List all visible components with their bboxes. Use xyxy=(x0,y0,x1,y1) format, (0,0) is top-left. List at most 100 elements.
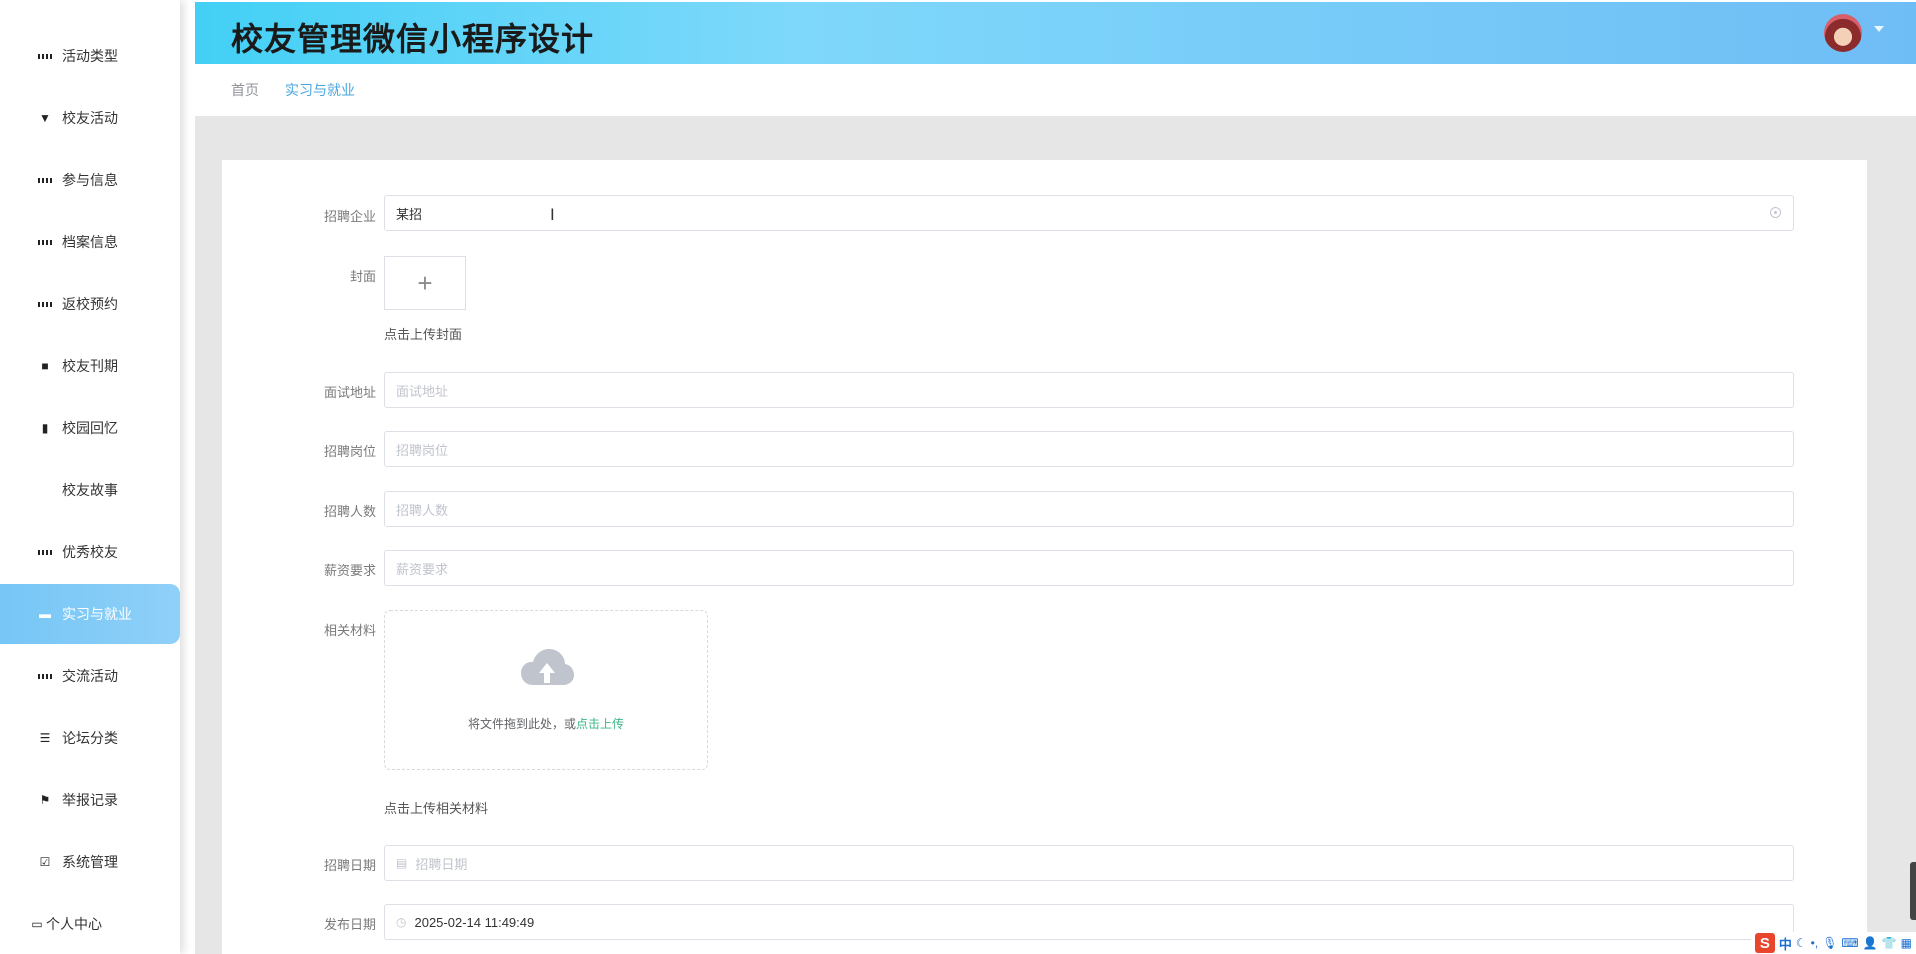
grid-icon xyxy=(38,235,52,249)
side-scroll-handle[interactable] xyxy=(1910,862,1916,920)
sidebar-item-activity-type[interactable]: 活动类型 xyxy=(0,26,180,86)
salary-label: 薪资要求 xyxy=(323,563,376,578)
recruit-date-placeholder: 招聘日期 xyxy=(415,856,468,872)
sidebar-item-label: 论坛分类 xyxy=(62,730,118,746)
headcount-input[interactable]: 招聘人数 xyxy=(384,491,1794,527)
sidebar-item-report-records[interactable]: ⚑ 举报记录 xyxy=(0,770,180,830)
avatar[interactable] xyxy=(1824,14,1862,52)
salary-placeholder: 薪资要求 xyxy=(396,561,449,577)
sidebar-item-label: 优秀校友 xyxy=(62,544,118,560)
sidebar-item-label: 校园回忆 xyxy=(62,420,118,436)
grid-icon xyxy=(38,545,52,559)
breadcrumb-home[interactable]: 首页 xyxy=(231,80,259,100)
publish-date-value: 2025-02-14 11:49:49 xyxy=(414,914,535,930)
grid-icon xyxy=(38,669,52,683)
moon-icon[interactable]: ☾ xyxy=(1796,936,1807,950)
sidebar-item-label: 返校预约 xyxy=(62,296,118,312)
clock-icon: ◷ xyxy=(396,915,407,929)
text-cursor-icon: I xyxy=(550,205,555,224)
sidebar-item-label: 参与信息 xyxy=(62,172,118,188)
sidebar-item-alumni-journal[interactable]: ■ 校友刊期 xyxy=(0,336,180,396)
printer-icon: ■ xyxy=(41,359,49,373)
chevron-down-icon[interactable] xyxy=(1874,26,1884,32)
sidebar-item-system-management[interactable]: ☑ 系统管理 xyxy=(0,832,180,892)
id-card-icon: ▭ xyxy=(31,917,43,931)
grid-icon xyxy=(38,173,52,187)
sidebar-item-label: 校友故事 xyxy=(62,482,118,498)
shirt-icon[interactable]: 👕 xyxy=(1882,936,1897,950)
position-label: 招聘岗位 xyxy=(323,444,376,459)
cover-upload-tip: 点击上传封面 xyxy=(384,327,463,342)
recruit-date-input[interactable]: ▤ 招聘日期 xyxy=(384,845,1794,881)
headcount-placeholder: 招聘人数 xyxy=(396,502,449,518)
keyboard-icon[interactable]: ⌨ xyxy=(1841,936,1858,950)
cover-label: 封面 xyxy=(349,269,376,284)
plus-icon: + xyxy=(417,268,433,298)
sidebar-item-exchange-activity[interactable]: 交流活动 xyxy=(0,646,180,706)
sidebar-item-label: 活动类型 xyxy=(62,48,118,64)
flag-pin-icon: ▼ xyxy=(39,111,51,125)
sidebar-item-label: 个人中心 xyxy=(46,916,102,932)
position-input[interactable]: 招聘岗位 xyxy=(384,431,1794,467)
cover-upload-button[interactable]: + xyxy=(384,256,466,310)
sidebar: 活动类型 ▼ 校友活动 参与信息 档案信息 返校预约 ■ 校友刊期 ▮ 校园回忆… xyxy=(0,0,180,954)
company-input[interactable]: 某招 xyxy=(384,195,1794,231)
salary-input[interactable]: 薪资要求 xyxy=(384,550,1794,586)
headcount-label: 招聘人数 xyxy=(323,504,376,519)
grid-icon xyxy=(38,297,52,311)
sidebar-item-alumni-stories[interactable]: 校友故事 xyxy=(0,460,180,520)
sidebar-item-campus-memory[interactable]: ▮ 校园回忆 xyxy=(0,398,180,458)
breadcrumb-current[interactable]: 实习与就业 xyxy=(285,80,355,100)
company-value: 某招 xyxy=(396,206,423,222)
address-label: 面试地址 xyxy=(323,385,376,400)
sidebar-item-label: 实习与就业 xyxy=(62,606,132,622)
sidebar-item-alumni-activity[interactable]: ▼ 校友活动 xyxy=(0,88,180,148)
ime-mode[interactable]: 中 xyxy=(1779,934,1792,953)
sidebar-item-forum-category[interactable]: ☰ 论坛分类 xyxy=(0,708,180,768)
sidebar-item-internship-employment[interactable]: ▬ 实习与就业 xyxy=(0,584,180,644)
flag-icon: ⚑ xyxy=(39,793,51,807)
position-placeholder: 招聘岗位 xyxy=(396,442,449,458)
books-icon: ▮ xyxy=(41,421,49,435)
materials-label: 相关材料 xyxy=(323,623,376,638)
materials-upload-tip: 点击上传相关材料 xyxy=(384,801,489,816)
grid-icon xyxy=(38,49,52,63)
ime-toolbar: S 中 ☾ •, 🎙 ⌨ 👤 👕 ▦ xyxy=(1750,932,1916,954)
publish-date-label: 发布日期 xyxy=(323,917,376,932)
sidebar-item-archive[interactable]: 档案信息 xyxy=(0,212,180,272)
apps-icon xyxy=(38,483,52,497)
microphone-icon[interactable]: 🎙 xyxy=(1822,936,1837,950)
sidebar-item-label: 校友刊期 xyxy=(62,358,118,374)
app-title: 校友管理微信小程序设计 xyxy=(231,21,595,57)
recruit-date-label: 招聘日期 xyxy=(323,858,376,873)
calendar-icon: ▤ xyxy=(396,856,408,870)
upload-cloud-icon xyxy=(521,649,574,685)
punctuation-icon[interactable]: •, xyxy=(1811,936,1819,950)
sidebar-item-participation[interactable]: 参与信息 xyxy=(0,150,180,210)
sidebar-item-label: 档案信息 xyxy=(62,234,118,250)
apps-grid-icon[interactable]: ▦ xyxy=(1901,936,1912,950)
user-icon[interactable]: 👤 xyxy=(1863,936,1878,950)
address-input[interactable]: 面试地址 xyxy=(384,372,1794,408)
sidebar-item-outstanding-alumni[interactable]: 优秀校友 xyxy=(0,522,180,582)
clipboard-check-icon: ☑ xyxy=(39,855,51,869)
breadcrumb: 首页 实习与就业 xyxy=(195,64,1916,116)
address-placeholder: 面试地址 xyxy=(396,383,449,399)
company-label: 招聘企业 xyxy=(323,209,376,224)
top-header: 校友管理微信小程序设计 xyxy=(195,2,1916,64)
sidebar-item-label: 校友活动 xyxy=(62,110,118,126)
sidebar-item-personal-center[interactable]: ▭ 个人中心 xyxy=(0,894,180,954)
drag-instruction: 将文件拖到此处，或 xyxy=(467,717,576,731)
sidebar-item-label: 系统管理 xyxy=(62,854,118,870)
sidebar-item-label: 交流活动 xyxy=(62,668,118,684)
sidebar-item-return-booking[interactable]: 返校预约 xyxy=(0,274,180,334)
materials-upload-dragger[interactable]: 将文件拖到此处，或点击上传 xyxy=(384,610,708,770)
sidebar-item-label: 举报记录 xyxy=(62,792,118,808)
monitor-icon: ▬ xyxy=(39,607,51,621)
clear-icon[interactable] xyxy=(1770,207,1781,218)
sogou-logo-icon[interactable]: S xyxy=(1754,933,1775,953)
drag-text: 将文件拖到此处，或点击上传 xyxy=(385,715,707,732)
list-icon: ☰ xyxy=(39,731,51,745)
publish-date-input[interactable]: ◷ 2025-02-14 11:49:49 xyxy=(384,904,1794,940)
click-upload-link[interactable]: 点击上传 xyxy=(576,717,624,731)
